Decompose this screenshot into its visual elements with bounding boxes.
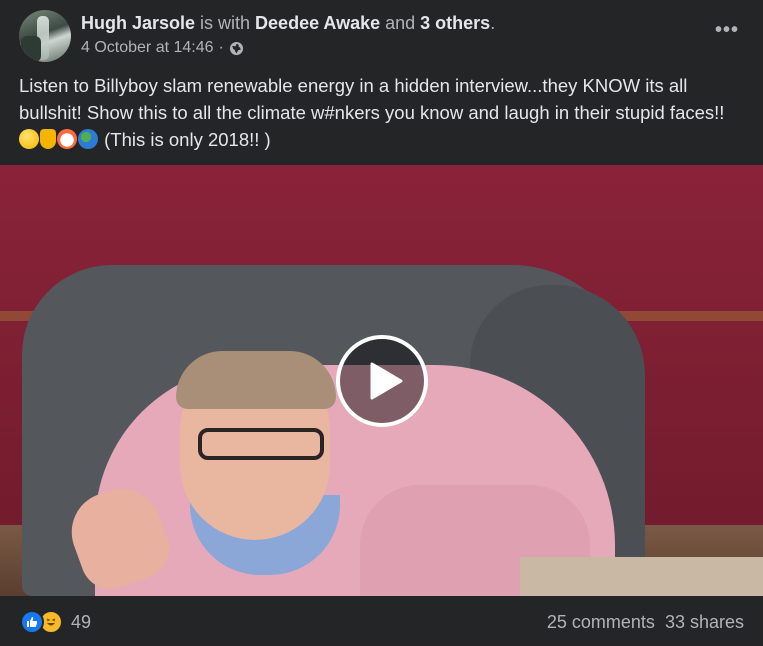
post-header: Hugh Jarsole is with Deedee Awake and 3 … <box>0 0 763 66</box>
ellipsis-icon: ••• <box>714 19 739 41</box>
meta-separator: · <box>218 39 224 56</box>
post-meta: 4 October at 14:46 · <box>81 38 244 58</box>
post-footer: 49 25 comments 33 shares <box>0 596 763 646</box>
comments-count[interactable]: 25 comments <box>547 612 655 633</box>
laughing-emoji <box>19 129 39 149</box>
like-icon <box>20 610 44 634</box>
with-text: is with <box>195 13 256 33</box>
avatar-rock <box>21 36 41 62</box>
speaker-glasses <box>198 428 324 460</box>
earth-emoji <box>78 129 98 149</box>
play-icon <box>370 362 403 400</box>
post-text-tail: (This is only 2018!! ) <box>99 129 271 150</box>
globe-icon[interactable] <box>229 41 244 56</box>
author-avatar[interactable] <box>19 10 71 62</box>
clown-emoji <box>57 129 77 149</box>
speaker-pants <box>520 557 763 596</box>
and-text: and <box>380 13 421 33</box>
more-options-button[interactable]: ••• <box>713 20 741 40</box>
author-line: Hugh Jarsole is with Deedee Awake and 3 … <box>81 12 495 34</box>
post-text: Listen to Billyboy slam renewable energy… <box>19 72 749 153</box>
reactions-summary[interactable]: 49 <box>20 610 91 634</box>
others-link[interactable]: 3 others <box>420 13 490 33</box>
author-name[interactable]: Hugh Jarsole <box>81 13 195 33</box>
tagged-name[interactable]: Deedee Awake <box>255 13 380 33</box>
post-stats: 25 comments 33 shares <box>547 612 744 633</box>
post-card: Hugh Jarsole is with Deedee Awake and 3 … <box>0 0 763 646</box>
post-text-main: Listen to Billyboy slam renewable energy… <box>19 75 725 123</box>
shares-count[interactable]: 33 shares <box>665 612 744 633</box>
thumbs-up-emoji <box>40 129 56 149</box>
period: . <box>490 13 496 33</box>
speaker-hair <box>176 351 336 409</box>
play-button[interactable] <box>336 335 428 427</box>
timestamp[interactable]: 4 October at 14:46 <box>81 38 214 58</box>
reaction-count: 49 <box>71 611 92 632</box>
